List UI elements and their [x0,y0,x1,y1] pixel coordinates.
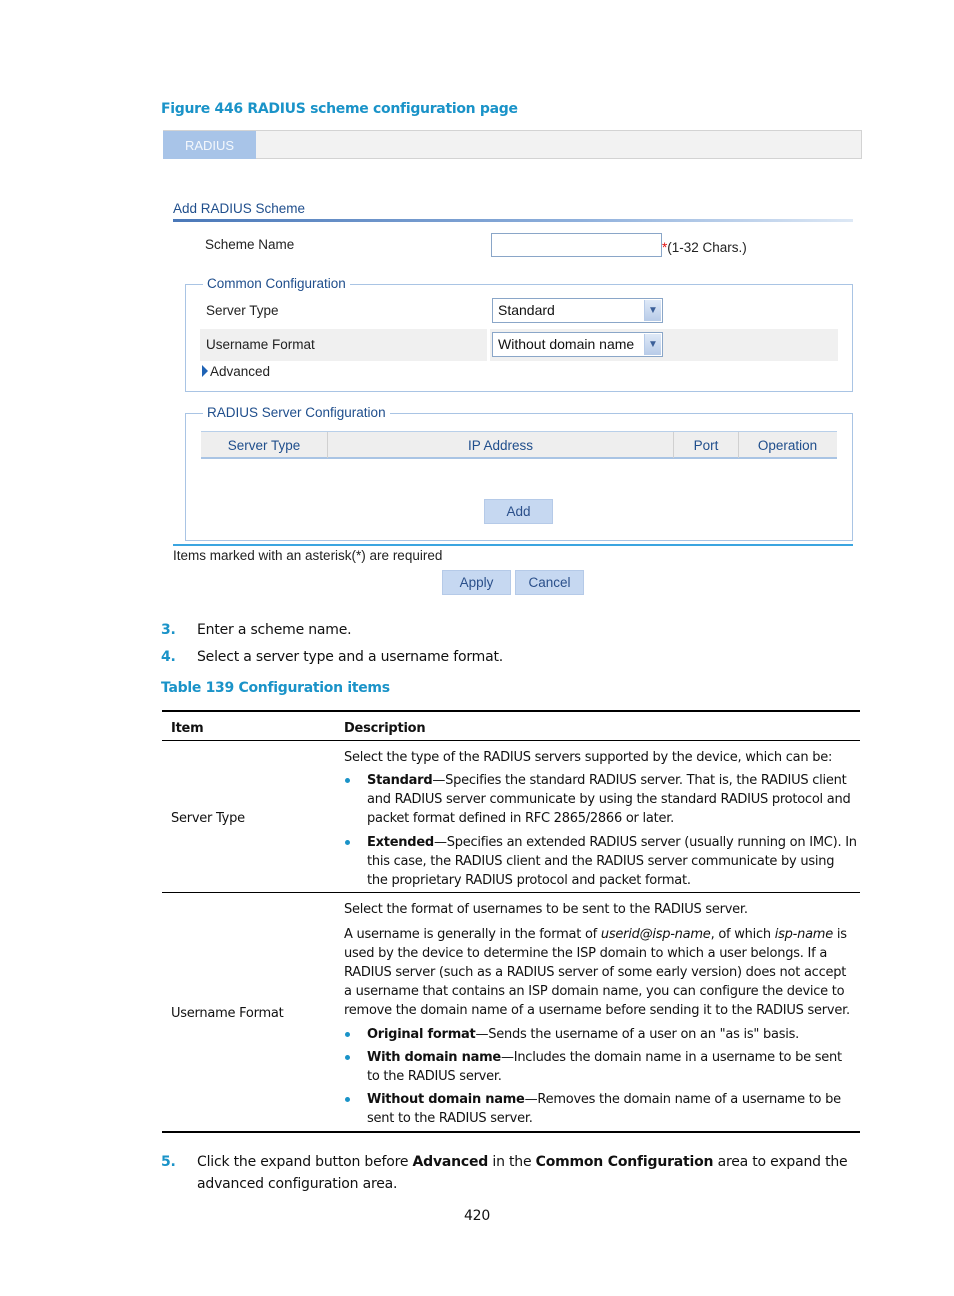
server-type-option-standard: Standard—Specifies the standard RADIUS s… [367,771,857,828]
bullet-icon [345,1055,350,1060]
row-rule [162,892,860,893]
step-3: 3. Enter a scheme name. [161,622,352,638]
scheme-name-input[interactable] [491,233,662,257]
step-number: 3. [161,622,176,638]
username-format-intro: Select the format of usernames to be sen… [344,902,748,917]
option-text: —Sends the username of a user on an "as … [475,1027,799,1042]
chevron-down-icon[interactable]: ▼ [644,334,661,355]
scheme-name-label: Scheme Name [205,237,295,252]
para-italic: userid@isp-name [600,927,711,942]
header-rule [162,740,860,741]
server-type-select[interactable]: Standard ▼ [492,298,663,323]
column-server-type: Server Type [201,432,328,458]
figure-caption: Figure 446 RADIUS scheme configuration p… [161,101,518,117]
server-type-label: Server Type [206,303,279,318]
table-caption: Table 139 Configuration items [161,680,390,696]
radius-server-configuration-legend: RADIUS Server Configuration [203,405,390,420]
row-item-server-type: Server Type [171,811,245,826]
option-term: With domain name [367,1050,501,1065]
option-text: —Specifies the standard RADIUS server. T… [367,773,851,826]
bullet-icon [345,1032,350,1037]
server-table-header: Server Type IP Address Port Operation [201,431,837,459]
tab-radius[interactable]: RADIUS [163,131,256,159]
footer-divider [173,544,853,546]
username-format-paragraph: A username is generally in the format of… [344,925,854,1020]
step-5: 5. Click the expand button before Advanc… [161,1151,851,1195]
column-ip-address: IP Address [328,432,674,458]
table-bottom-rule [162,1131,860,1133]
step-text-part: in the [488,1154,536,1170]
advanced-toggle[interactable]: Advanced [210,364,270,379]
server-type-value: Standard [498,302,555,318]
header-item: Item [171,721,204,736]
option-term: Original format [367,1027,476,1042]
column-port: Port [674,432,739,458]
para-text: A username is generally in the format of [344,927,601,942]
tab-bar [163,130,862,159]
step-text-bold: Common Configuration [535,1154,714,1170]
step-text: Select a server type and a username form… [197,649,503,665]
step-text-bold: Advanced [412,1154,489,1170]
section-divider [173,219,853,222]
step-text: Enter a scheme name. [197,622,352,638]
step-number: 4. [161,649,176,665]
username-format-label: Username Format [206,337,315,352]
step-text-part: Click the expand button before [197,1154,413,1170]
para-text: , of which [710,927,775,942]
server-type-option-extended: Extended—Specifies an extended RADIUS se… [367,833,857,890]
chevron-down-icon[interactable]: ▼ [644,300,661,321]
scheme-name-hint: *(1-32 Chars.) [662,240,747,255]
step-4: 4. Select a server type and a username f… [161,649,503,665]
bullet-icon [345,840,350,845]
option-term: Extended [367,835,434,850]
row-separator [487,329,490,361]
username-format-value: Without domain name [498,336,635,352]
username-format-select[interactable]: Without domain name ▼ [492,332,663,357]
step-text: Click the expand button before Advanced … [197,1151,851,1195]
username-format-option-original: Original format—Sends the username of a … [367,1025,857,1044]
header-description: Description [344,721,426,736]
step-number: 5. [161,1154,176,1170]
add-server-button[interactable]: Add [484,499,553,524]
expand-triangle-icon[interactable] [202,365,208,377]
cancel-button[interactable]: Cancel [515,570,584,595]
apply-button[interactable]: Apply [442,570,511,595]
section-title: Add RADIUS Scheme [173,201,306,216]
option-term: Standard [367,773,433,788]
option-term: Without domain name [367,1092,525,1107]
username-format-option-without-domain: Without domain name—Removes the domain n… [367,1090,857,1128]
page-number: 420 [463,1208,491,1224]
bullet-icon [345,778,350,783]
length-hint: (1-32 Chars.) [667,240,747,255]
row-item-username-format: Username Format [171,1006,284,1021]
para-italic: isp-name [774,927,833,942]
server-type-intro: Select the type of the RADIUS servers su… [344,750,833,765]
common-configuration-legend: Common Configuration [203,276,350,291]
bullet-icon [345,1097,350,1102]
option-text: —Specifies an extended RADIUS server (us… [367,835,857,888]
required-note: Items marked with an asterisk(*) are req… [173,548,443,563]
table-top-rule [162,710,860,712]
column-operation: Operation [757,438,818,453]
username-format-option-with-domain: With domain name—Includes the domain nam… [367,1048,857,1086]
